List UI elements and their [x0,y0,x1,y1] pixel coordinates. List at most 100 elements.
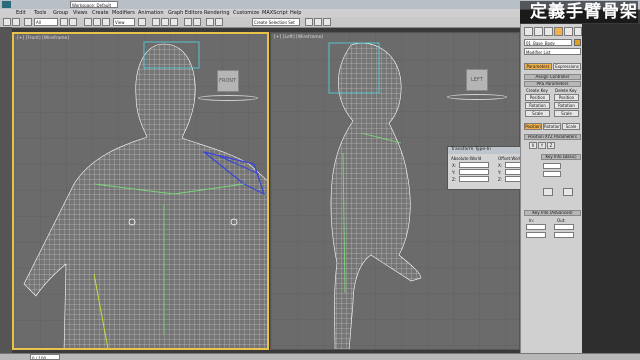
left-viewport-label[interactable]: [+] [Left] [Wireframe] [274,35,323,40]
delete-key-position-button[interactable]: Position [554,94,579,101]
sub-rotation-button[interactable]: Rotation [543,123,561,130]
menu-item-group[interactable]: Group [53,10,68,16]
create-key-scale-button[interactable]: Scale [525,110,550,117]
menu-item-edit[interactable]: Edit [16,10,26,16]
align-icon[interactable] [193,18,201,26]
curve-editor-icon[interactable] [215,18,223,26]
modifier-list-dropdown[interactable]: Modifier List [524,48,581,55]
out-speed-field-2[interactable] [554,232,574,238]
hierarchy-tab-icon[interactable] [544,27,553,36]
left-viewcube[interactable]: LEFT [466,69,488,91]
display-tab-icon[interactable] [564,27,573,36]
select-icon[interactable] [60,18,68,26]
selection-filter[interactable]: All [34,18,58,26]
sub-position-button[interactable]: Position [524,123,542,130]
key-info-advanced-rollout[interactable]: Key Info (Advanced) [524,210,581,216]
dialog-title: Transform Type-In [451,147,491,152]
front-viewcube-label: FRONT [219,78,237,84]
create-tab-icon[interactable] [524,27,533,36]
menu-item-customize[interactable]: Customize [233,10,259,16]
mirror-icon[interactable] [184,18,192,26]
motion-tab-icon[interactable] [554,27,563,36]
out-tangent-icon[interactable] [563,188,573,196]
off-x-label: X: [498,163,503,168]
material-editor-icon[interactable] [305,18,313,26]
axis-x-button[interactable]: X [529,142,537,149]
in-speed-field-2[interactable] [526,232,546,238]
in-tangent-icon[interactable] [543,188,553,196]
pivot-icon[interactable] [138,18,146,26]
angle-snap-icon[interactable] [161,18,169,26]
key-info-basic-rollout[interactable]: Key Info (Basic) [541,154,581,160]
overlay-title: 定義手臂骨架 [520,1,638,23]
utilities-tab-icon[interactable] [574,27,582,36]
menu-item-graph-editors[interactable]: Graph Editors [168,10,202,16]
front-viewcube[interactable]: FRONT [217,70,239,92]
out-label: Out: [557,218,566,223]
axis-z-button[interactable]: Z [547,142,555,149]
menu-item-maxscript[interactable]: MAXScript [262,10,288,16]
object-name-field[interactable]: 01_Base_Body [524,39,572,46]
time-slider[interactable]: 0 / 100 [30,354,60,360]
link-icon[interactable] [24,18,32,26]
render-setup-icon[interactable] [314,18,322,26]
abs-z-field[interactable] [459,176,489,182]
select-by-name-icon[interactable] [69,18,77,26]
prs-parameters-rollout[interactable]: PRS Parameters [524,81,581,87]
tab-expressions[interactable]: Expressions [553,63,581,70]
delete-key-scale-button[interactable]: Scale [554,110,579,117]
menu-item-views[interactable]: Views [73,10,87,16]
off-y-label: Y: [498,170,502,175]
render-icon[interactable] [323,18,331,26]
key-time-field[interactable] [543,171,561,177]
undo-icon[interactable] [3,18,11,26]
menu-item-create[interactable]: Create [92,10,109,16]
status-bar: 0 / 100 [0,353,640,360]
scale-icon[interactable] [102,18,110,26]
percent-snap-icon[interactable] [170,18,178,26]
create-key-label: Create Key [526,88,548,93]
menu-item-modifiers[interactable]: Modifiers [112,10,135,16]
move-icon[interactable] [84,18,92,26]
axis-y-button[interactable]: Y [538,142,546,149]
menu-item-rendering[interactable]: Rendering [204,10,230,16]
selection-set-field[interactable]: Create Selection Set [252,18,300,26]
front-viewport[interactable]: [+] [Front] [Wireframe] FRONT [12,32,269,350]
menu-item-help[interactable]: Help [290,10,301,16]
delete-key-rotation-button[interactable]: Rotation [554,102,579,109]
object-color-swatch[interactable] [574,39,581,46]
abs-y-label: Y: [452,170,456,175]
front-viewcube-ring [198,95,258,101]
menu-item-animation[interactable]: Animation [138,10,164,16]
front-viewport-label[interactable]: [+] [Front] [Wireframe] [17,36,69,41]
create-key-rotation-button[interactable]: Rotation [525,102,550,109]
viewport-left-strip [0,27,12,353]
left-viewcube-ring [447,94,507,100]
assign-controller-rollout[interactable]: Assign Controller [524,74,581,80]
app-logo-icon[interactable] [2,1,11,8]
abs-y-field[interactable] [459,169,489,175]
out-speed-field[interactable] [554,224,574,230]
in-speed-field[interactable] [526,224,546,230]
rotate-icon[interactable] [93,18,101,26]
command-panel: 01_Base_Body Modifier List Parameters Ex… [520,24,582,353]
abs-x-label: X: [452,163,457,168]
redo-icon[interactable] [12,18,20,26]
reference-coord-dropdown[interactable]: View [113,18,135,26]
left-viewcube-label: LEFT [471,77,483,83]
menu-item-tools[interactable]: Tools [34,10,46,16]
key-value-field[interactable] [543,163,561,169]
tab-parameters[interactable]: Parameters [524,63,552,70]
modify-tab-icon[interactable] [534,27,543,36]
sub-scale-button[interactable]: Scale [562,123,580,130]
abs-x-field[interactable] [459,162,489,168]
snap-icon[interactable] [152,18,160,26]
position-xyz-rollout[interactable]: Position XYZ Parameters [524,134,581,140]
left-viewport[interactable]: [+] [Left] [Wireframe] LEFT [270,32,520,350]
layer-icon[interactable] [206,18,214,26]
right-empty-area [582,24,640,353]
off-z-label: Z: [498,177,503,182]
workspace-dropdown[interactable]: Workspace: Default [70,1,118,8]
create-key-position-button[interactable]: Position [525,94,550,101]
abs-z-label: Z: [452,177,457,182]
